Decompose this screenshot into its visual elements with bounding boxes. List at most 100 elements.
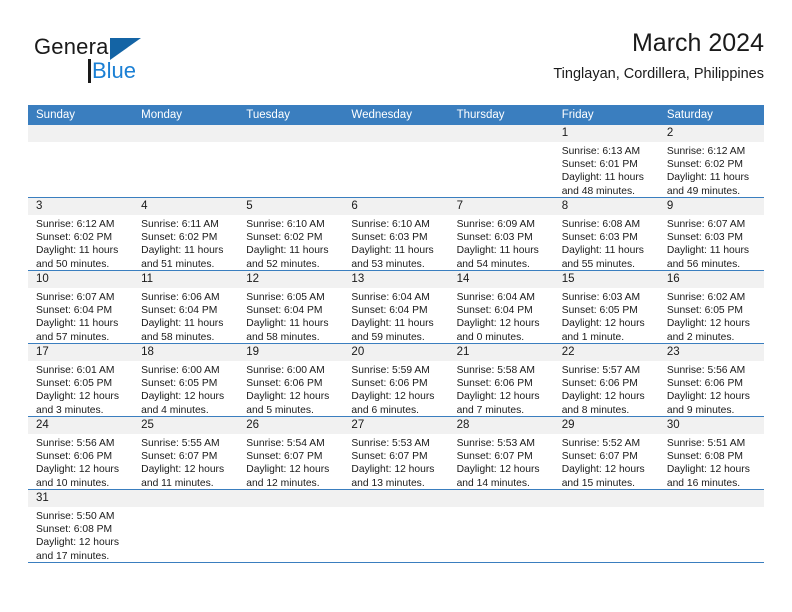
calendar-day-cell[interactable]: 27 Sunrise: 5:53 AM Sunset: 6:07 PM Dayligh…	[343, 417, 449, 489]
calendar-day-cell[interactable]: 10 Sunrise: 6:07 AM Sunset: 6:04 PM Dayligh…	[28, 271, 134, 344]
calendar-day-cell[interactable]: 31 Sunrise: 5:50 AM Sunset: 6:08 PM Dayligh…	[28, 490, 134, 562]
day-daylight-text: and 14 minutes.	[456, 477, 530, 489]
day-daylight-text: Daylight: 12 hours	[246, 391, 330, 403]
calendar-day-cell[interactable]: 29 Sunrise: 5:52 AM Sunset: 6:07 PM Dayligh…	[553, 417, 659, 489]
calendar-day-cell[interactable]: 5 Sunrise: 6:10 AM Sunset: 6:02 PM Daylight…	[238, 198, 344, 270]
calendar-day-cell[interactable]: 25 Sunrise: 5:55 AM Sunset: 6:07 PM Dayligh…	[133, 417, 239, 490]
day-number: 25	[133, 417, 239, 434]
brand-logo[interactable]: General Blue	[34, 34, 204, 90]
weekday-header-wednesday: Wednesday	[351, 109, 412, 121]
day-sunset-text: Sunset: 6:04 PM	[351, 305, 428, 317]
day-details: Sunrise: 6:07 AM Sunset: 6:03 PM Daylight:…	[659, 215, 764, 271]
calendar-day-cell[interactable]: 4 Sunrise: 6:11 AM Sunset: 6:02 PM Daylight…	[133, 198, 239, 270]
calendar-day-cell[interactable]: 8 Sunrise: 6:08 AM Sunset: 6:03 PM Daylight…	[553, 198, 659, 270]
day-sunset-text: Sunset: 6:07 PM	[351, 451, 428, 463]
calendar-day-cell[interactable]: 9 Sunrise: 6:07 AM Sunset: 6:03 PM Daylight…	[658, 198, 764, 271]
day-sunset-text: Sunset: 6:07 PM	[141, 451, 218, 463]
day-sunset-text: Sunset: 6:06 PM	[666, 378, 743, 390]
day-details	[133, 142, 238, 145]
day-number	[28, 125, 134, 142]
calendar-day-cell[interactable]: 16 Sunrise: 6:02 AM Sunset: 6:05 PM Dayligh…	[658, 271, 764, 344]
weekday-header-thursday: Thursday	[456, 109, 505, 121]
day-details: Sunrise: 6:12 AM Sunset: 6:02 PM Daylight:…	[659, 142, 764, 198]
day-sunrise-text: Sunrise: 5:54 AM	[246, 438, 325, 449]
day-number: 24	[28, 417, 134, 434]
day-number: 19	[238, 344, 344, 361]
day-sunrise-text: Sunrise: 5:51 AM	[666, 438, 746, 449]
day-number: 11	[133, 271, 239, 288]
day-daylight-text: Daylight: 12 hours	[456, 318, 540, 330]
day-daylight-text: Daylight: 11 hours	[141, 318, 224, 330]
day-number	[133, 490, 239, 507]
day-details: Sunrise: 5:55 AM Sunset: 6:07 PM Daylight:…	[133, 434, 238, 490]
calendar-day-cell[interactable]: 26 Sunrise: 5:54 AM Sunset: 6:07 PM Dayligh…	[238, 417, 344, 489]
calendar-day-cell[interactable]: 7 Sunrise: 6:09 AM Sunset: 6:03 PM Daylight…	[448, 198, 554, 270]
day-details: Sunrise: 6:02 AM Sunset: 6:05 PM Daylight:…	[659, 288, 764, 344]
calendar-day-cell[interactable]: 19 Sunrise: 6:00 AM Sunset: 6:06 PM Dayligh…	[238, 344, 344, 416]
day-daylight-text: and 8 minutes.	[561, 404, 630, 416]
calendar-day-cell[interactable]: 17 Sunrise: 6:01 AM Sunset: 6:05 PM Dayligh…	[28, 344, 134, 417]
calendar-day-cell[interactable]: 20 Sunrise: 5:59 AM Sunset: 6:06 PM Dayligh…	[343, 344, 449, 416]
day-daylight-text: Daylight: 11 hours	[666, 172, 750, 184]
calendar-day-cell[interactable]: 11 Sunrise: 6:06 AM Sunset: 6:04 PM Dayligh…	[133, 271, 239, 343]
day-sunrise-text: Sunrise: 6:02 AM	[666, 292, 746, 303]
day-number: 4	[133, 198, 239, 215]
calendar-week-row: 1 Sunrise: 6:13 AM Sunset: 6:01 PM Daylight…	[28, 125, 764, 198]
day-sunrise-text: Sunrise: 6:04 AM	[351, 292, 430, 303]
day-sunrise-text: Sunrise: 6:00 AM	[246, 365, 325, 376]
day-daylight-text: and 11 minutes.	[141, 477, 214, 489]
calendar-day-cell-empty	[553, 490, 659, 562]
calendar-day-cell[interactable]: 12 Sunrise: 6:05 AM Sunset: 6:04 PM Dayligh…	[238, 271, 344, 343]
day-sunrise-text: Sunrise: 6:04 AM	[456, 292, 535, 303]
day-details: Sunrise: 6:00 AM Sunset: 6:05 PM Daylight:…	[133, 361, 238, 417]
calendar-week-row: 17 Sunrise: 6:01 AM Sunset: 6:05 PM Dayligh…	[28, 344, 764, 417]
day-sunset-text: Sunset: 6:04 PM	[246, 305, 323, 317]
day-sunrise-text: Sunrise: 6:10 AM	[351, 219, 430, 230]
day-sunset-text: Sunset: 6:04 PM	[141, 305, 218, 317]
calendar-day-cell[interactable]: 23 Sunrise: 5:56 AM Sunset: 6:06 PM Dayligh…	[658, 344, 764, 416]
calendar-grid: Sunday Monday Tuesday Wednesday Thursday Frid…	[28, 105, 764, 563]
day-sunset-text: Sunset: 6:06 PM	[561, 378, 638, 390]
day-sunset-text: Sunset: 6:02 PM	[36, 232, 113, 244]
day-daylight-text: and 4 minutes.	[141, 404, 209, 416]
day-number: 17	[28, 344, 134, 361]
day-details: Sunrise: 6:07 AM Sunset: 6:04 PM Daylight:…	[28, 288, 133, 344]
brand-name-primary: General	[34, 34, 114, 59]
day-daylight-text: and 0 minutes.	[456, 331, 525, 343]
title-block: March 2024 Tinglayan, Cordillera, Philip…	[553, 28, 764, 84]
day-details: Sunrise: 6:10 AM Sunset: 6:03 PM Daylight:…	[343, 215, 448, 271]
calendar-week-row: 31 Sunrise: 5:50 AM Sunset: 6:08 PM Dayligh…	[28, 490, 764, 563]
calendar-day-cell[interactable]: 14 Sunrise: 6:04 AM Sunset: 6:04 PM Dayligh…	[448, 271, 554, 343]
day-sunrise-text: Sunrise: 5:57 AM	[561, 365, 641, 376]
calendar-day-cell[interactable]: 28 Sunrise: 5:53 AM Sunset: 6:07 PM Dayligh…	[448, 417, 554, 489]
day-number: 3	[28, 198, 134, 215]
day-details	[659, 507, 764, 510]
day-sunset-text: Sunset: 6:03 PM	[456, 232, 533, 244]
day-sunrise-text: Sunrise: 5:53 AM	[456, 438, 535, 449]
day-number: 2	[658, 125, 764, 142]
day-daylight-text: Daylight: 12 hours	[666, 464, 750, 476]
calendar-day-cell[interactable]: 22 Sunrise: 5:57 AM Sunset: 6:06 PM Dayligh…	[553, 344, 659, 416]
calendar-day-cell[interactable]: 3 Sunrise: 6:12 AM Sunset: 6:02 PM Daylight…	[28, 198, 134, 270]
day-number	[133, 125, 239, 142]
calendar-day-cell[interactable]: 2 Sunrise: 6:12 AM Sunset: 6:02 PM Daylight…	[658, 125, 764, 198]
day-number: 31	[28, 490, 134, 507]
day-daylight-text: Daylight: 12 hours	[561, 464, 645, 476]
day-daylight-text: and 57 minutes.	[36, 331, 110, 343]
day-daylight-text: Daylight: 11 hours	[561, 172, 644, 184]
calendar-day-cell[interactable]: 15 Sunrise: 6:03 AM Sunset: 6:05 PM Dayligh…	[553, 271, 659, 343]
calendar-day-cell[interactable]: 18 Sunrise: 6:00 AM Sunset: 6:05 PM Dayligh…	[133, 344, 239, 417]
calendar-day-cell[interactable]: 1 Sunrise: 6:13 AM Sunset: 6:01 PM Daylight…	[553, 125, 659, 197]
calendar-day-cell[interactable]: 24 Sunrise: 5:56 AM Sunset: 6:06 PM Dayligh…	[28, 417, 134, 489]
calendar-day-cell[interactable]: 6 Sunrise: 6:10 AM Sunset: 6:03 PM Daylight…	[343, 198, 449, 271]
day-details	[554, 507, 659, 510]
calendar-day-cell[interactable]: 21 Sunrise: 5:58 AM Sunset: 6:06 PM Dayligh…	[448, 344, 554, 416]
day-daylight-text: and 2 minutes.	[666, 331, 735, 343]
day-details	[343, 142, 448, 145]
day-details: Sunrise: 6:01 AM Sunset: 6:05 PM Daylight:…	[28, 361, 133, 417]
day-daylight-text: Daylight: 12 hours	[561, 318, 645, 330]
calendar-day-cell[interactable]: 13 Sunrise: 6:04 AM Sunset: 6:04 PM Dayligh…	[343, 271, 449, 343]
day-sunset-text: Sunset: 6:06 PM	[456, 378, 533, 390]
calendar-day-cell[interactable]: 30 Sunrise: 5:51 AM Sunset: 6:08 PM Dayligh…	[658, 417, 764, 489]
day-number	[448, 125, 554, 142]
